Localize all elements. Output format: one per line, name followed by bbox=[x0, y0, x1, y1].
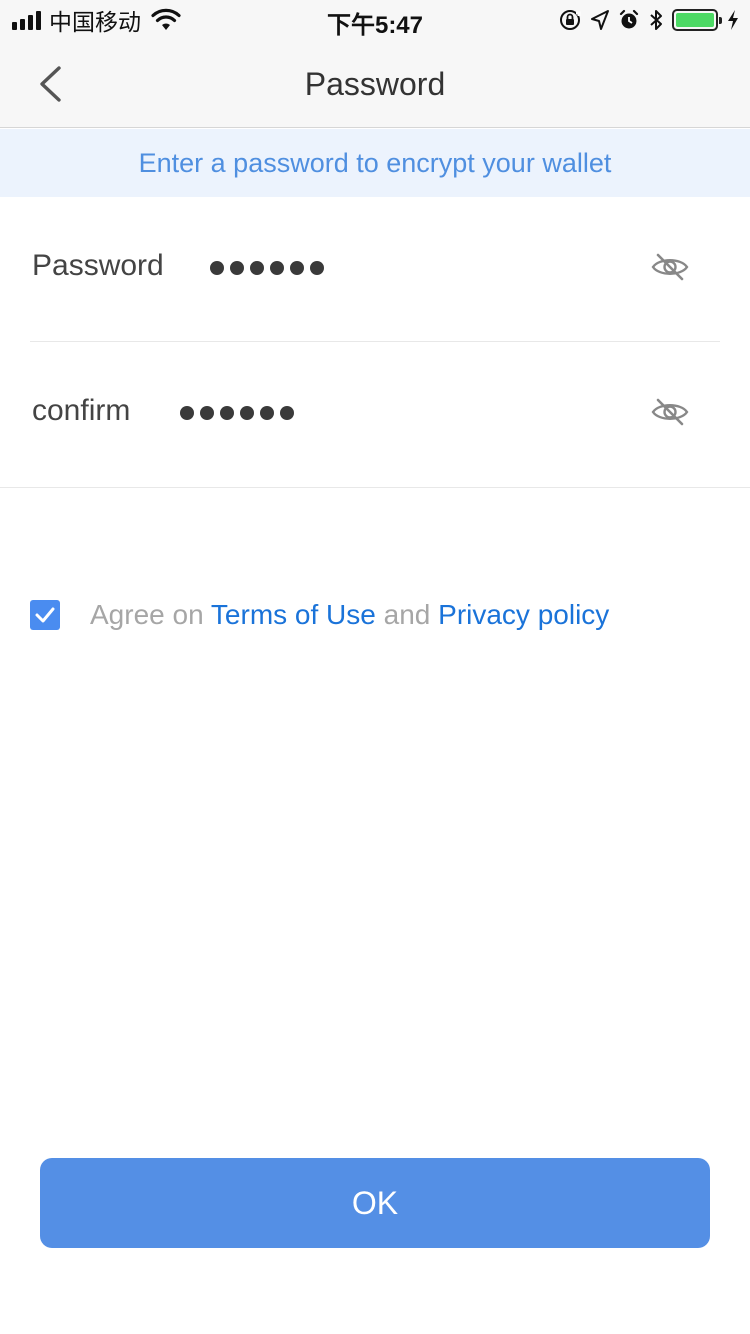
nav-bar: Password bbox=[0, 40, 750, 128]
confirm-input[interactable] bbox=[180, 396, 294, 420]
eye-off-icon[interactable] bbox=[650, 247, 690, 287]
location-icon bbox=[591, 10, 609, 30]
confirm-label: confirm bbox=[32, 394, 131, 427]
password-screen: 中国移动 下午5:47 Password Enter a password to… bbox=[0, 0, 750, 1334]
rotation-lock-icon bbox=[560, 10, 581, 30]
agree-checkbox[interactable] bbox=[30, 600, 60, 630]
agree-conjunction: and bbox=[383, 599, 431, 630]
bluetooth-icon bbox=[650, 10, 662, 30]
page-title: Password bbox=[304, 66, 446, 102]
form-divider bbox=[0, 487, 750, 488]
hint-banner: Enter a password to encrypt your wallet bbox=[0, 129, 750, 197]
ok-button[interactable]: OK bbox=[40, 1158, 710, 1248]
agree-prefix: Agree on bbox=[90, 599, 204, 630]
terms-link[interactable]: Terms of Use bbox=[211, 599, 376, 630]
password-input[interactable] bbox=[210, 251, 324, 275]
agreement-text: Agree on Terms of Use and Privacy policy bbox=[90, 599, 609, 631]
password-label: Password bbox=[32, 249, 164, 282]
agreement-row: Agree on Terms of Use and Privacy policy bbox=[30, 598, 609, 632]
alarm-icon bbox=[619, 9, 639, 29]
battery-icon bbox=[672, 9, 722, 31]
status-bar-right bbox=[558, 7, 740, 33]
eye-off-icon[interactable] bbox=[650, 392, 690, 432]
confirm-row: confirm bbox=[0, 342, 750, 486]
privacy-link[interactable]: Privacy policy bbox=[438, 599, 609, 630]
charging-icon bbox=[728, 10, 738, 30]
status-bar: 中国移动 下午5:47 bbox=[0, 0, 750, 40]
password-row: Password bbox=[0, 197, 750, 341]
checkmark-icon bbox=[35, 607, 55, 623]
